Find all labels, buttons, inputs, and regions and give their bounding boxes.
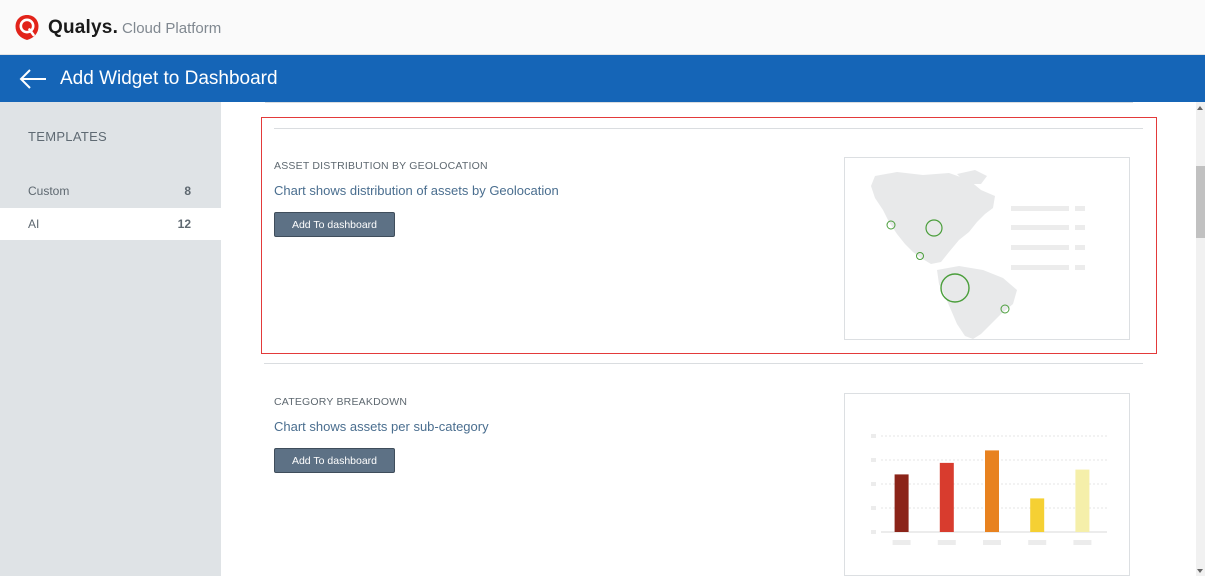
bar bbox=[1030, 498, 1045, 532]
x-tick-label bbox=[892, 540, 911, 545]
page-title: Add Widget to Dashboard bbox=[60, 67, 278, 89]
y-tick-mark bbox=[871, 530, 876, 534]
bar bbox=[894, 474, 909, 532]
app-logo[interactable]: Qualys. Cloud Platform bbox=[14, 14, 221, 41]
sidebar-item-count: 12 bbox=[177, 217, 191, 231]
scroll-thumb[interactable] bbox=[1196, 166, 1205, 238]
widget-label: ASSET DISTRIBUTION BY GEOLOCATION bbox=[274, 160, 488, 172]
add-to-dashboard-button[interactable]: Add To dashboard bbox=[274, 448, 395, 473]
bar-chart bbox=[871, 434, 1107, 545]
world-map-icon bbox=[871, 170, 1085, 339]
scroll-up-icon[interactable] bbox=[1197, 106, 1203, 110]
add-to-dashboard-button[interactable]: Add To dashboard bbox=[274, 212, 395, 237]
scrollbar[interactable] bbox=[1196, 102, 1205, 576]
sidebar-item-count: 8 bbox=[184, 184, 191, 198]
bar-chart-preview bbox=[844, 393, 1130, 576]
y-tick-mark bbox=[871, 458, 876, 462]
y-tick-mark bbox=[871, 506, 876, 510]
widget-label: CATEGORY BREAKDOWN bbox=[274, 396, 408, 408]
widget-list: ASSET DISTRIBUTION BY GEOLOCATION Chart … bbox=[221, 102, 1196, 576]
qualys-logo-icon bbox=[15, 15, 39, 40]
sidebar-item-label: AI bbox=[28, 217, 40, 231]
bar bbox=[939, 462, 954, 532]
x-tick-label bbox=[937, 540, 956, 545]
y-tick-mark bbox=[871, 482, 876, 486]
sidebar-item-custom[interactable]: Custom 8 bbox=[0, 175, 221, 207]
product-name: Cloud Platform bbox=[122, 20, 222, 37]
templates-sidebar: TEMPLATES Custom 8 AI 12 bbox=[0, 102, 221, 576]
sidebar-item-ai[interactable]: AI 12 bbox=[0, 208, 221, 240]
x-tick-label bbox=[983, 540, 1001, 545]
brand-name: Qualys. bbox=[48, 16, 119, 38]
x-tick-label bbox=[1028, 540, 1047, 545]
y-tick-mark bbox=[871, 434, 876, 438]
arrow-left-icon[interactable] bbox=[18, 67, 48, 91]
widget-description: Chart shows assets per sub-category bbox=[274, 419, 489, 434]
bar bbox=[985, 450, 999, 532]
sidebar-item-label: Custom bbox=[28, 184, 70, 198]
bar bbox=[1075, 469, 1090, 532]
top-bar: Qualys. Cloud Platform bbox=[0, 0, 1205, 55]
widget-description: Chart shows distribution of assets by Ge… bbox=[274, 183, 559, 198]
world-map-bubble-preview bbox=[844, 157, 1130, 340]
sidebar-title: TEMPLATES bbox=[28, 129, 108, 144]
scroll-down-icon[interactable] bbox=[1197, 569, 1203, 573]
x-tick-label bbox=[1073, 540, 1092, 545]
page-header: Add Widget to Dashboard bbox=[0, 55, 1205, 102]
